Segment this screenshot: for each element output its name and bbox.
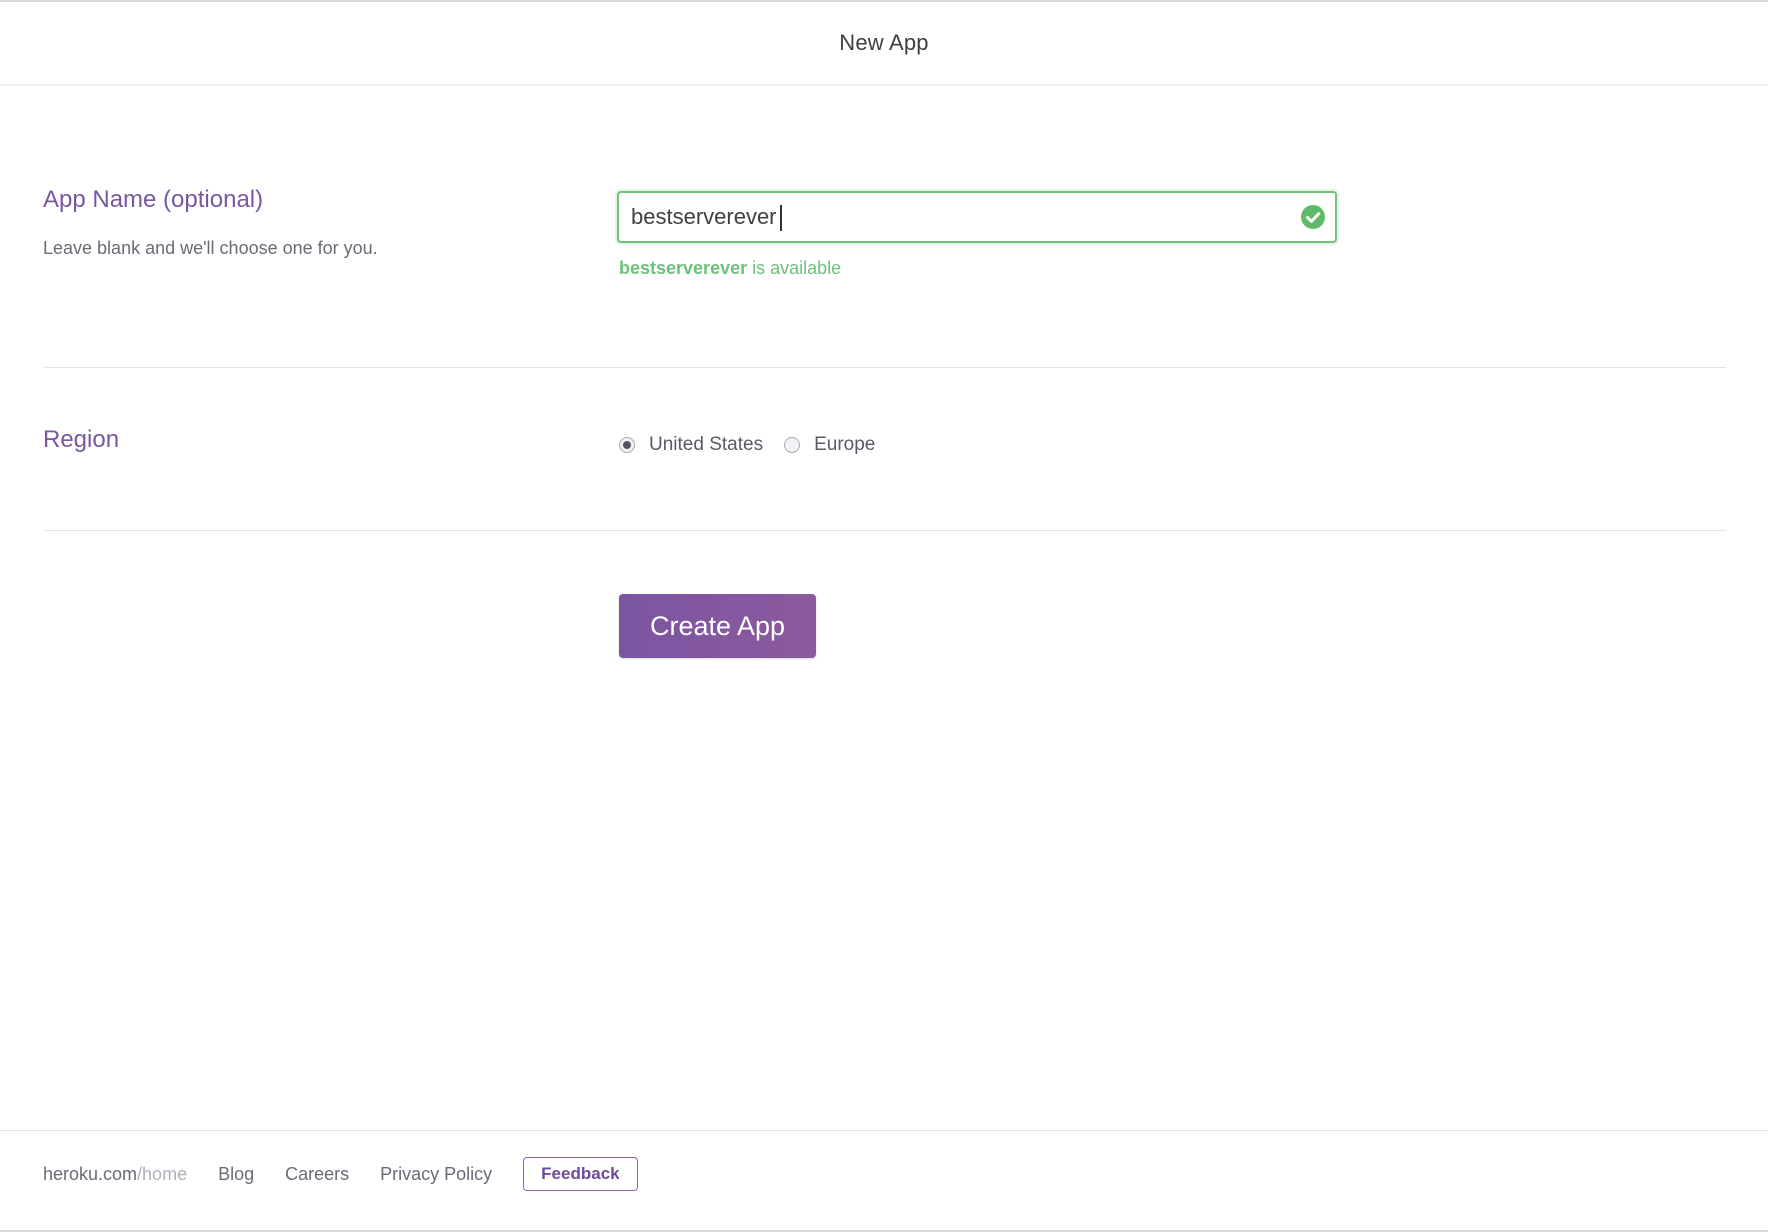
check-circle-icon <box>1301 205 1325 229</box>
availability-app-name: bestserverever <box>619 258 748 278</box>
footer-link-privacy-policy[interactable]: Privacy Policy <box>380 1164 492 1185</box>
region-radio-group: United States Europe <box>619 434 896 456</box>
availability-status: is available <box>747 258 842 278</box>
page-title: New App <box>839 30 929 55</box>
new-app-page: New App App Name (optional) Leave blank … <box>0 0 1768 1232</box>
app-name-field[interactable] <box>617 191 1337 243</box>
text-caret <box>780 205 782 231</box>
footer-home-domain: heroku.com <box>43 1163 138 1184</box>
radio-button-selected[interactable] <box>619 437 635 453</box>
radio-button[interactable] <box>784 437 801 453</box>
region-option-united-states[interactable]: United States <box>619 434 763 456</box>
footer-home-link[interactable]: heroku.com/home <box>43 1164 187 1185</box>
footer-home-path: /home <box>137 1163 188 1184</box>
region-label: Region <box>43 426 120 453</box>
app-name-hint: Leave blank and we'll choose one for you… <box>43 238 378 258</box>
region-option-label: Europe <box>814 434 876 455</box>
feedback-button[interactable]: Feedback <box>523 1157 638 1191</box>
page-header: New App <box>0 2 1768 86</box>
region-option-label: United States <box>649 434 764 455</box>
region-option-europe[interactable]: Europe <box>784 434 875 456</box>
app-name-label: App Name (optional) <box>43 186 264 213</box>
footer-links: heroku.com/home Blog Careers Privacy Pol… <box>43 1156 638 1192</box>
section-divider <box>43 367 1726 368</box>
footer-link-careers[interactable]: Careers <box>285 1164 349 1185</box>
create-app-button[interactable]: Create App <box>619 594 816 658</box>
app-name-input[interactable] <box>631 193 1271 241</box>
availability-message: bestserverever is available <box>619 258 841 279</box>
footer-link-blog[interactable]: Blog <box>218 1164 254 1185</box>
section-divider <box>43 530 1726 531</box>
